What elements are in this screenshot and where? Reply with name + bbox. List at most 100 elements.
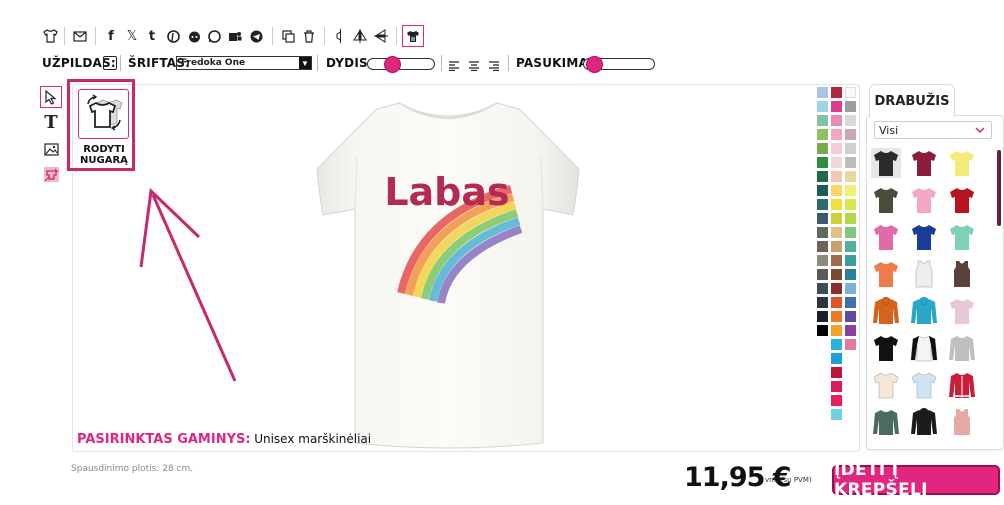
- tab-clothing[interactable]: DRABUŽIS: [869, 84, 955, 117]
- clothing-item[interactable]: [909, 185, 939, 215]
- color-swatch[interactable]: [817, 227, 828, 238]
- clothing-item[interactable]: [947, 222, 977, 252]
- color-swatch[interactable]: [831, 339, 842, 350]
- facebook-icon[interactable]: f: [103, 28, 119, 44]
- trash-icon[interactable]: [301, 28, 317, 44]
- color-swatch[interactable]: [845, 227, 856, 238]
- color-swatch[interactable]: [845, 311, 856, 322]
- clothing-item[interactable]: [871, 185, 901, 215]
- whatsapp-icon[interactable]: [206, 28, 222, 44]
- color-swatch[interactable]: [831, 129, 842, 140]
- clothing-item[interactable]: [871, 222, 901, 252]
- color-swatch[interactable]: [817, 255, 828, 266]
- clothing-item[interactable]: [909, 370, 939, 400]
- color-swatch[interactable]: [831, 213, 842, 224]
- color-swatch[interactable]: [845, 297, 856, 308]
- color-swatch[interactable]: [845, 101, 856, 112]
- fill-checkbox[interactable]: [103, 56, 117, 70]
- teams-icon[interactable]: [227, 28, 243, 44]
- color-swatch[interactable]: [817, 87, 828, 98]
- color-swatch[interactable]: [831, 353, 842, 364]
- color-swatch[interactable]: [845, 129, 856, 140]
- clothing-item[interactable]: [909, 407, 939, 437]
- clothing-item[interactable]: [909, 222, 939, 252]
- color-swatch[interactable]: [831, 381, 842, 392]
- color-swatch[interactable]: [817, 101, 828, 112]
- tshirt-icon[interactable]: [42, 28, 58, 44]
- color-swatch[interactable]: [831, 311, 842, 322]
- clothing-item[interactable]: [909, 259, 939, 289]
- text-tool[interactable]: T: [40, 111, 62, 133]
- color-swatch[interactable]: [845, 115, 856, 126]
- show-back-toggle[interactable]: [402, 25, 424, 47]
- clothing-item[interactable]: [947, 370, 977, 400]
- color-swatch[interactable]: [817, 283, 828, 294]
- clipart-tool[interactable]: [40, 163, 62, 185]
- tumblr-icon[interactable]: t: [144, 28, 160, 44]
- clothing-item[interactable]: [871, 333, 901, 363]
- align-center-icon[interactable]: [332, 28, 348, 44]
- pinterest-icon[interactable]: [165, 28, 181, 44]
- telegram-icon[interactable]: [248, 28, 264, 44]
- align-right-icon[interactable]: [489, 58, 499, 76]
- color-swatch[interactable]: [817, 297, 828, 308]
- reddit-icon[interactable]: [186, 28, 202, 44]
- color-swatch[interactable]: [845, 255, 856, 266]
- color-swatch[interactable]: [831, 143, 842, 154]
- color-swatch[interactable]: [845, 143, 856, 154]
- design-canvas[interactable]: RODYTINUGARĄ Labas PASIRINKTAS GAMINYS:: [67, 79, 860, 452]
- color-swatch[interactable]: [845, 185, 856, 196]
- color-swatch[interactable]: [845, 325, 856, 336]
- color-swatch[interactable]: [831, 185, 842, 196]
- color-swatch[interactable]: [831, 283, 842, 294]
- clothing-filter[interactable]: Visi: [874, 121, 992, 139]
- email-icon[interactable]: [72, 28, 88, 44]
- color-swatch[interactable]: [817, 199, 828, 210]
- image-tool[interactable]: [40, 138, 62, 160]
- clothing-item[interactable]: [909, 148, 939, 178]
- color-swatch[interactable]: [831, 395, 842, 406]
- color-swatch[interactable]: [831, 297, 842, 308]
- color-swatch[interactable]: [831, 87, 842, 98]
- panel-scrollbar[interactable]: [997, 150, 1001, 226]
- clothing-item[interactable]: [871, 407, 901, 437]
- clothing-item[interactable]: [947, 407, 977, 437]
- color-swatch[interactable]: [817, 185, 828, 196]
- x-icon[interactable]: 𝕏: [124, 28, 140, 44]
- size-slider-knob[interactable]: [384, 56, 402, 73]
- color-swatch[interactable]: [831, 255, 842, 266]
- color-swatch[interactable]: [845, 213, 856, 224]
- clothing-item[interactable]: [871, 296, 901, 326]
- color-swatch[interactable]: [831, 115, 842, 126]
- show-back-button[interactable]: [78, 89, 129, 139]
- color-swatch[interactable]: [817, 157, 828, 168]
- color-swatch[interactable]: [817, 241, 828, 252]
- color-swatch[interactable]: [845, 339, 856, 350]
- duplicate-icon[interactable]: [280, 28, 296, 44]
- color-swatch[interactable]: [817, 213, 828, 224]
- align-center-text-icon[interactable]: [469, 58, 479, 76]
- color-swatch[interactable]: [831, 367, 842, 378]
- font-select[interactable]: Fredoka One ▼: [176, 56, 312, 70]
- color-swatch[interactable]: [817, 129, 828, 140]
- color-swatch[interactable]: [817, 325, 828, 336]
- color-swatch[interactable]: [845, 171, 856, 182]
- color-swatch[interactable]: [817, 311, 828, 322]
- clothing-item[interactable]: [871, 259, 901, 289]
- color-swatch[interactable]: [845, 241, 856, 252]
- clothing-item[interactable]: [947, 296, 977, 326]
- clothing-item[interactable]: [871, 370, 901, 400]
- size-slider[interactable]: [367, 56, 435, 73]
- rotate-slider-knob[interactable]: [586, 56, 604, 73]
- add-to-cart-button[interactable]: ĮDĖTI Į KREPŠELĮ: [832, 460, 1000, 500]
- color-swatch[interactable]: [817, 171, 828, 182]
- color-swatch[interactable]: [831, 269, 842, 280]
- color-swatch[interactable]: [831, 157, 842, 168]
- color-swatch[interactable]: [831, 199, 842, 210]
- flip-horizontal-icon[interactable]: [352, 28, 368, 44]
- color-swatch[interactable]: [831, 101, 842, 112]
- clothing-item[interactable]: [947, 185, 977, 215]
- clothing-item[interactable]: [909, 333, 939, 363]
- color-swatch[interactable]: [845, 157, 856, 168]
- clothing-item[interactable]: [871, 148, 901, 178]
